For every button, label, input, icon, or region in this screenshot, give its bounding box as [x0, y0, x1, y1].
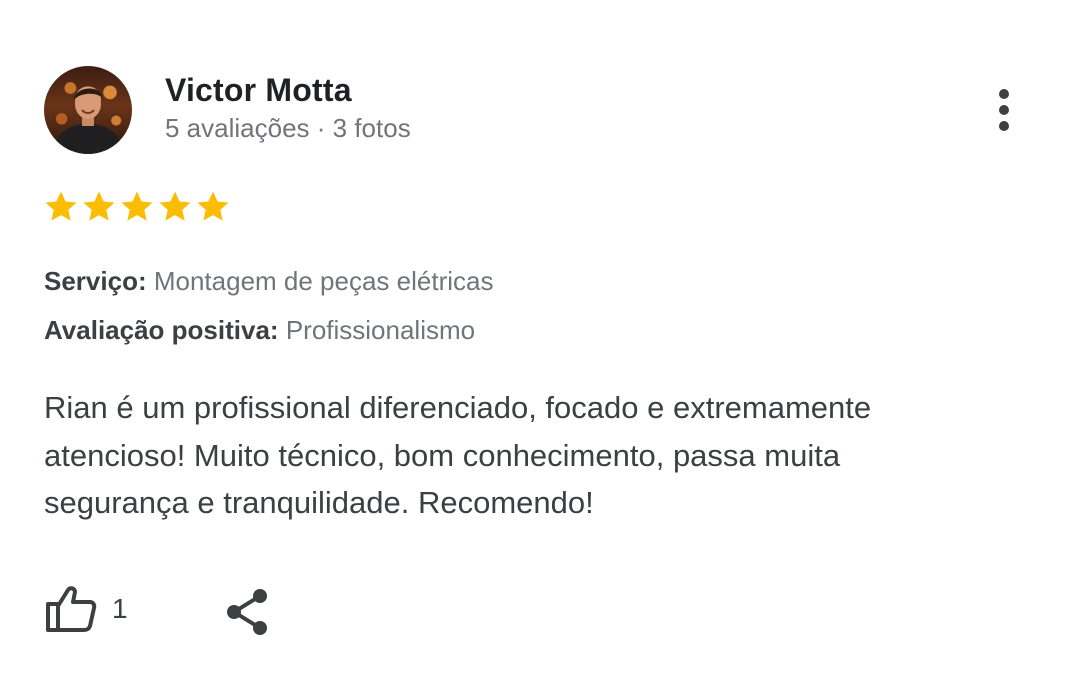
avatar-image [52, 88, 124, 154]
service-label: Serviço: [44, 266, 147, 296]
service-line: Serviço: Montagem de peças elétricas [44, 266, 493, 297]
star-rating [42, 188, 232, 226]
like-button[interactable]: 1 [44, 584, 128, 634]
author-meta: 5 avaliações · 3 fotos [165, 113, 411, 143]
positive-review-line: Avaliação positiva: Profissionalismo [44, 315, 475, 346]
thumbs-up-icon [46, 586, 97, 632]
positive-review-label: Avaliação positiva: [44, 315, 279, 345]
author-name[interactable]: Victor Motta [165, 72, 352, 109]
share-button[interactable] [222, 586, 274, 638]
positive-review-value: Profissionalismo [285, 315, 476, 345]
review-text: Rian é um profissional diferenciado, foc… [44, 390, 872, 520]
star-icon [83, 191, 115, 221]
star-icon [45, 191, 77, 221]
service-value: Montagem de peças elétricas [153, 266, 494, 296]
star-icon [121, 191, 153, 221]
more-options-button[interactable] [982, 82, 1026, 138]
more-vertical-icon [999, 89, 1009, 131]
like-count: 1 [112, 593, 128, 624]
avatar[interactable] [44, 66, 132, 154]
share-icon [227, 589, 267, 635]
review-card: Victor Motta 5 avaliações · 3 fotos Serv… [0, 0, 1079, 698]
star-icon [197, 191, 229, 221]
star-icon [159, 191, 191, 221]
